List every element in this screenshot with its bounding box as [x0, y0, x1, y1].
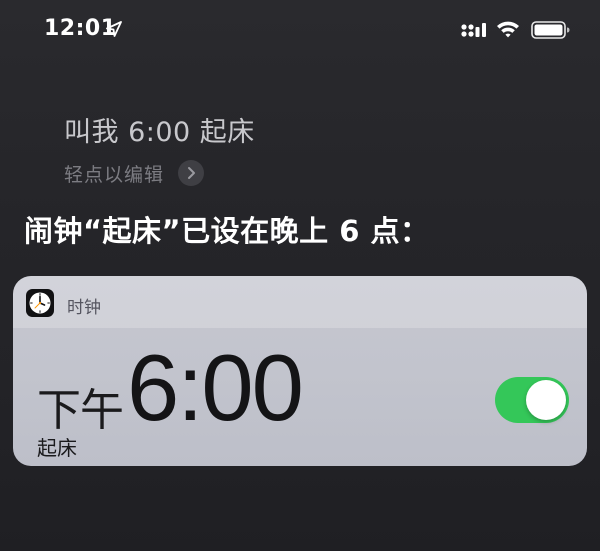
status-bar: 12:01 — [0, 0, 600, 64]
wifi-icon — [497, 21, 519, 38]
siri-query-text[interactable]: 叫我 6:00 起床 — [64, 110, 255, 149]
tap-to-edit-row[interactable]: 轻点以编辑 — [64, 158, 205, 188]
alarm-meridiem: 下午 — [37, 385, 124, 436]
chevron-right-icon[interactable] — [178, 160, 205, 186]
clock-app-icon — [26, 289, 54, 317]
alarm-toggle[interactable] — [495, 377, 569, 423]
alarm-card[interactable]: 时钟 下午 6:00 起床 — [13, 276, 587, 466]
cellular-signal-icon — [461, 23, 486, 37]
alarm-label: 起床 — [37, 436, 77, 460]
card-header: 时钟 — [13, 276, 587, 328]
alarm-time: 6:00 — [127, 335, 304, 440]
toggle-knob — [526, 380, 566, 420]
siri-response-text: 闹钟“起床”已设在晚上 6 点： — [24, 214, 430, 248]
tap-to-edit-label: 轻点以编辑 — [64, 163, 165, 186]
app-name-label: 时钟 — [67, 298, 101, 318]
battery-icon — [531, 21, 570, 39]
location-arrow-icon — [106, 21, 122, 37]
